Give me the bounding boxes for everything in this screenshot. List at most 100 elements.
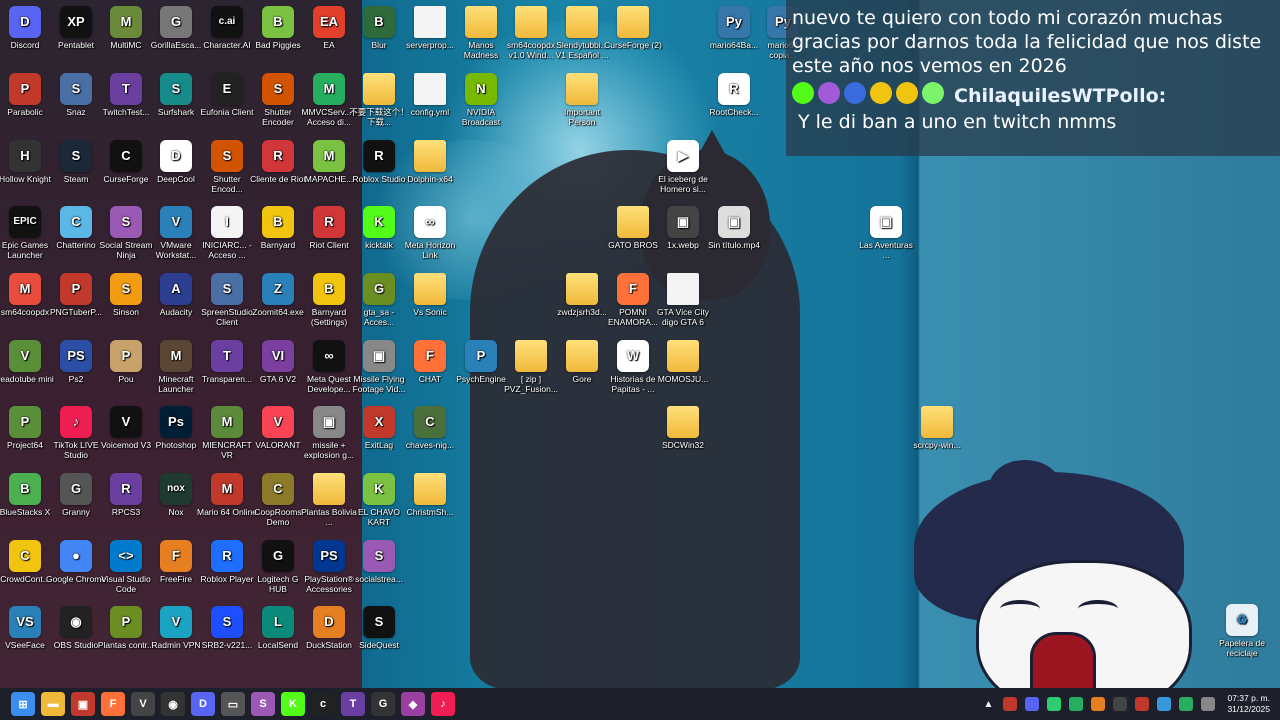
app-icon: B (313, 273, 345, 305)
desktop-icon[interactable]: GTA Vice City digo GTA 6 (653, 273, 713, 327)
tray-app-icon[interactable] (1091, 697, 1106, 711)
app-icon: T (211, 340, 243, 372)
start-button[interactable]: ⊞ (11, 692, 35, 716)
taskbar-clock[interactable]: 07:37 p. m. 31/12/2025 (1227, 693, 1270, 715)
desktop-icon[interactable]: Vs Sonic (400, 273, 460, 317)
character-ai-icon[interactable]: c (311, 692, 335, 716)
tiktok-icon[interactable]: ♪ (431, 692, 455, 716)
desktop-icon[interactable]: scrcpy-win... (907, 406, 967, 450)
desktop-icon-label: Sin título.mp4 (708, 240, 760, 250)
app-icon: Py (718, 6, 750, 38)
desktop-icon[interactable]: Dolphin-x64 (400, 140, 460, 184)
app-icon: X (363, 406, 395, 438)
desktop-icon-label: Las Aventuras ... (859, 240, 913, 260)
app-icon: S (110, 206, 142, 238)
tray-app-icon[interactable] (1157, 697, 1172, 711)
app-icon: K (363, 206, 395, 238)
desktop-icon[interactable]: R RootCheck... (704, 73, 764, 117)
tray-app-icon[interactable] (1113, 697, 1128, 711)
desktop-icon[interactable]: MOMOSJU... (653, 340, 713, 384)
taskbar-pinned-apps: ⊞ ▬ ▣ F V ◉ D ▭ S Kc T G ◆ ♪ (8, 692, 458, 716)
desktop-icon-label: RootCheck... (709, 107, 759, 117)
app-icon: S (110, 273, 142, 305)
desktop-icon-label: SDCWin32 (661, 440, 705, 450)
app-icon: H (9, 140, 41, 172)
app-icon: G (262, 540, 294, 572)
app-icon: ◉ (60, 606, 92, 638)
app-icon: C (414, 406, 446, 438)
app-icon: T (110, 73, 142, 105)
app-icon: M (313, 73, 345, 105)
app-icon: ▶ (667, 140, 699, 172)
app-icon: S (211, 606, 243, 638)
desktop-icon[interactable]: SDCWin32 (653, 406, 713, 450)
tray-app-icon[interactable] (1179, 697, 1194, 711)
app-icon: S (363, 540, 395, 572)
desktop-icon[interactable]: ▣ Sin título.mp4 (704, 206, 764, 250)
desktop-icon[interactable]: Ssocialstrea... (349, 540, 409, 584)
app-icon: <> (110, 540, 142, 572)
app-icon: B (363, 6, 395, 38)
app-icon: ● (60, 540, 92, 572)
desktop-icon[interactable]: S SideQuest (349, 606, 409, 650)
social-stream-icon[interactable]: S (251, 692, 275, 716)
tray-app-icon[interactable] (1201, 697, 1216, 711)
clock-time: 07:37 p. m. (1227, 693, 1270, 703)
tray-app-icon[interactable] (1069, 697, 1084, 711)
app-icon: B (9, 473, 41, 505)
folder-icon (566, 6, 598, 38)
desktop-icon[interactable]: ▶ El iceberg de Homero si... (653, 140, 713, 194)
photo-app-icon[interactable]: ▣ (71, 692, 95, 716)
transparent-icon[interactable]: T (341, 692, 365, 716)
avatar-left-eye (1000, 600, 1040, 618)
desktop-icon[interactable]: ▣ Las Aventuras ... (856, 206, 916, 260)
recycle-bin-icon[interactable]: ♻ Papelera de reciclaje (1212, 604, 1272, 658)
file-explorer-icon[interactable]: ▬ (41, 692, 65, 716)
app-icon: G (363, 273, 395, 305)
app-icon: M (9, 273, 41, 305)
folder-icon (414, 140, 446, 172)
tray-app-icon[interactable] (1003, 697, 1018, 711)
folder-icon (617, 6, 649, 38)
tray-app-icon[interactable] (1047, 697, 1062, 711)
app-icon: R (262, 140, 294, 172)
file-icon (667, 273, 699, 305)
folder-icon (414, 473, 446, 505)
desktop-icon[interactable]: CurseForge (2) (603, 6, 663, 50)
chat-badge-icon (896, 82, 918, 104)
tray-app-icon[interactable] (1025, 697, 1040, 711)
folder-icon (667, 340, 699, 372)
app-icon: G (160, 6, 192, 38)
taskbar: ⊞ ▬ ▣ F V ◉ D ▭ S Kc T G ◆ ♪ ▲ 07:37 p. m. 31/12/2025 (0, 688, 1280, 720)
app-icon: VS (9, 606, 41, 638)
kick-icon[interactable]: K (281, 692, 305, 716)
desktop-icon[interactable]: ∞ Meta Horizon Link (400, 206, 460, 260)
tray-app-icon[interactable] (1135, 697, 1150, 711)
app-icon: Z (262, 273, 294, 305)
app-icon: F (414, 340, 446, 372)
logitech-icon[interactable]: G (371, 692, 395, 716)
obs-icon[interactable]: ◉ (161, 692, 185, 716)
desktop-icon[interactable]: Important Person (552, 73, 612, 127)
desktop-icon[interactable]: Cchaves-nig... (400, 406, 460, 450)
desktop-icon-label: MOMOSJU... (657, 374, 709, 384)
vegas-icon[interactable]: V (131, 692, 155, 716)
firefox-icon[interactable]: F (101, 692, 125, 716)
gamepad-icon[interactable]: ◆ (401, 692, 425, 716)
recycle-bin-label: Papelera de reciclaje (1219, 638, 1265, 658)
desktop-icon[interactable]: ChristmSh... (400, 473, 460, 517)
window-icon[interactable]: ▭ (221, 692, 245, 716)
discord-icon[interactable]: D (191, 692, 215, 716)
desktop-icon[interactable]: N NVIDIA Broadcast (451, 73, 511, 127)
app-icon: W (617, 340, 649, 372)
app-icon: D (9, 6, 41, 38)
app-icon: M (160, 340, 192, 372)
system-tray: ▲ 07:37 p. m. 31/12/2025 (984, 688, 1280, 720)
app-icon: V (9, 340, 41, 372)
desktop-icon-label: SideQuest (359, 640, 399, 650)
tray-overflow-chevron-icon[interactable]: ▲ (984, 699, 994, 710)
app-icon: P (110, 606, 142, 638)
app-icon: P (9, 406, 41, 438)
app-icon: K (363, 473, 395, 505)
folder-icon (566, 273, 598, 305)
